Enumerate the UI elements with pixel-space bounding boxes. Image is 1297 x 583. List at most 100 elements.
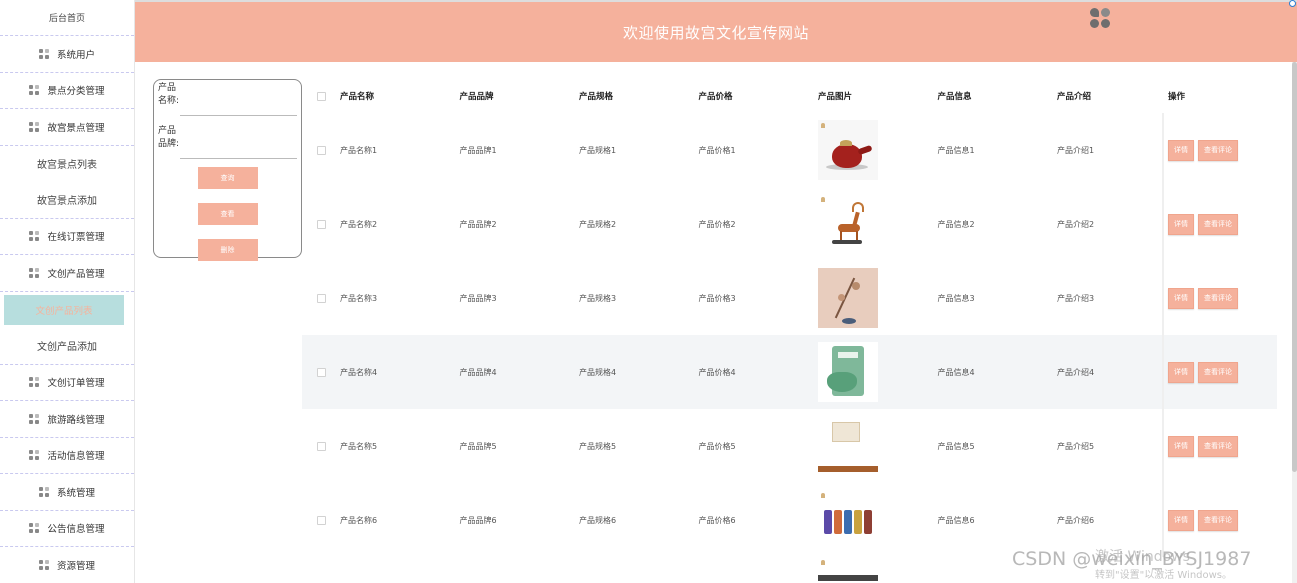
brand-field-row: 产品品牌:: [158, 126, 297, 159]
paper-image: [818, 416, 878, 476]
product-brand-input[interactable]: [180, 139, 297, 159]
cell-spec: 产品规格4: [579, 367, 617, 377]
select-all-checkbox[interactable]: [316, 91, 326, 101]
sidebar-item-system-users[interactable]: 系统用户: [0, 36, 134, 73]
row-checkbox[interactable]: [316, 367, 326, 377]
sidebar-subitem-product-list[interactable]: 文创产品列表: [4, 294, 124, 325]
grid-icon: [38, 486, 49, 497]
cell-info: 产品信息6: [937, 515, 975, 525]
sidebar-subitem-scenic-add[interactable]: 故宫景点添加: [0, 182, 134, 219]
table-header: 产品名称 产品品牌 产品规格 产品价格 产品图片 产品信息 产品介绍 操作: [302, 79, 1277, 113]
sidebar-item-activities[interactable]: 活动信息管理: [0, 438, 134, 474]
sidebar-item-cultural-products[interactable]: 文创产品管理: [0, 255, 134, 292]
branch-image: [818, 268, 878, 328]
cell-price: 产品价格3: [698, 293, 736, 303]
view-reviews-button[interactable]: 查看评论: [1198, 287, 1238, 309]
search-panel: 产品名称: 产品品牌: 查询 查看 删除: [153, 79, 302, 261]
view-reviews-button[interactable]: 查看评论: [1198, 213, 1238, 235]
sidebar-item-label: 故宫景点管理: [47, 122, 105, 134]
delete-button[interactable]: 删除: [197, 239, 258, 261]
sidebar-item-resources[interactable]: 资源管理: [0, 547, 134, 583]
sidebar-home-link[interactable]: 后台首页: [0, 0, 134, 36]
row-actions: 详情 查看评论: [1162, 409, 1277, 483]
grid-icon: [29, 523, 40, 534]
cell-intro: 产品介绍6: [1057, 515, 1095, 525]
sidebar-item-label: 活动信息管理: [47, 451, 105, 463]
detail-button[interactable]: 详情: [1168, 361, 1194, 383]
cell-spec: 产品规格3: [579, 293, 617, 303]
sidebar-active-wrap: 文创产品列表: [0, 292, 134, 329]
cell-name: 产品名称6: [340, 515, 378, 525]
deer-image: [818, 194, 878, 254]
cell-name: 产品名称3: [340, 293, 378, 303]
mask-image: [818, 342, 878, 402]
sidebar-item-label: 文创订单管理: [47, 378, 105, 390]
teapot-image: [818, 120, 878, 180]
view-button[interactable]: 查看: [197, 203, 258, 225]
cell-brand: 产品品牌1: [459, 145, 497, 155]
detail-button[interactable]: 详情: [1168, 287, 1194, 309]
cell-intro: 产品介绍5: [1057, 441, 1095, 451]
cell-intro: 产品介绍3: [1057, 293, 1095, 303]
page-title: 欢迎使用故宫文化宣传网站: [622, 23, 809, 42]
sidebar-item-travel-routes[interactable]: 旅游路线管理: [0, 401, 134, 438]
row-actions: 详情 查看评论: [1162, 113, 1277, 187]
row-checkbox[interactable]: [316, 293, 326, 303]
cell-brand: 产品品牌5: [459, 441, 497, 451]
view-reviews-button[interactable]: 查看评论: [1198, 361, 1238, 383]
grid-icon: [29, 413, 40, 424]
cell-spec: 产品规格5: [579, 441, 617, 451]
grid-icon: [29, 377, 40, 388]
detail-button[interactable]: 详情: [1168, 139, 1194, 161]
cell-brand: 产品品牌3: [459, 293, 497, 303]
col-header-intro: 产品介绍: [1057, 92, 1092, 102]
row-actions: 详情 查看评论: [1162, 335, 1277, 409]
cell-intro: 产品介绍1: [1057, 145, 1095, 155]
brand-field-label: 产品品牌:: [158, 126, 180, 149]
row-actions: 详情 查看评论: [1162, 187, 1277, 261]
view-reviews-button[interactable]: 查看评论: [1198, 139, 1238, 161]
cell-price: 产品价格4: [698, 367, 736, 377]
cell-name: 产品名称2: [340, 219, 378, 229]
detail-button[interactable]: 详情: [1168, 509, 1194, 531]
sidebar-item-ticket[interactable]: 在线订票管理: [0, 219, 134, 255]
sidebar-item-scenic-category[interactable]: 景点分类管理: [0, 73, 134, 109]
grid-icon: [29, 121, 40, 132]
row-checkbox[interactable]: [316, 441, 326, 451]
sidebar-item-label: 景点分类管理: [47, 86, 105, 98]
sidebar-item-palace-scenic[interactable]: 故宫景点管理: [0, 109, 134, 146]
app-menu-icon[interactable]: [1090, 8, 1112, 30]
view-reviews-button[interactable]: 查看评论: [1198, 435, 1238, 457]
cell-spec: 产品规格2: [579, 219, 617, 229]
query-button[interactable]: 查询: [197, 167, 258, 189]
row-checkbox[interactable]: [316, 145, 326, 155]
sidebar-item-announcements[interactable]: 公告信息管理: [0, 511, 134, 547]
view-reviews-button[interactable]: 查看评论: [1198, 509, 1238, 531]
detail-button[interactable]: 详情: [1168, 435, 1194, 457]
sidebar-item-system-management[interactable]: 系统管理: [0, 474, 134, 511]
page-scrollbar[interactable]: [1292, 62, 1297, 583]
row-checkbox[interactable]: [316, 219, 326, 229]
table-row: 产品名称3 产品品牌3 产品规格3 产品价格3 产品信息3 产品介绍3 详情 查…: [302, 261, 1277, 335]
cell-name: 产品名称5: [340, 441, 378, 451]
product-name-input[interactable]: [180, 96, 297, 116]
cell-brand: 产品品牌2: [459, 219, 497, 229]
scrollbar-thumb[interactable]: [1292, 62, 1297, 472]
product-table: 产品名称 产品品牌 产品规格 产品价格 产品图片 产品信息 产品介绍 操作 产品…: [302, 79, 1277, 583]
sidebar-subitem-product-add[interactable]: 文创产品添加: [0, 328, 134, 365]
name-field-label: 产品名称:: [158, 83, 180, 106]
sidebar-item-label: 旅游路线管理: [47, 414, 105, 426]
cell-spec: 产品规格6: [579, 515, 617, 525]
detail-button[interactable]: 详情: [1168, 213, 1194, 235]
cell-price: 产品价格6: [698, 515, 736, 525]
cell-info: 产品信息5: [937, 441, 975, 451]
sidebar-item-cultural-orders[interactable]: 文创订单管理: [0, 365, 134, 401]
row-checkbox[interactable]: [316, 515, 326, 525]
row-actions: 详情 查看评论: [1162, 261, 1277, 335]
cell-intro: 产品介绍2: [1057, 219, 1095, 229]
header-banner: 欢迎使用故宫文化宣传网站: [135, 0, 1297, 62]
cell-spec: 产品规格1: [579, 145, 617, 155]
sidebar-subitem-scenic-list[interactable]: 故宫景点列表: [0, 146, 134, 183]
cell-info: 产品信息2: [937, 219, 975, 229]
cell-intro: 产品介绍4: [1057, 367, 1095, 377]
